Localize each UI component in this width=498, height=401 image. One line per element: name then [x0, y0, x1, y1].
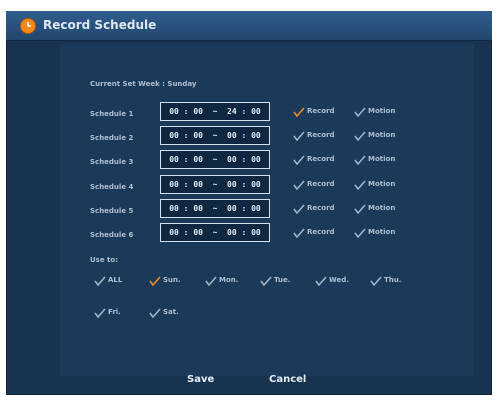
checkmark-icon — [354, 107, 366, 117]
schedule-time-field[interactable]: 00 : 00 ~ 00 : 00 — [160, 126, 270, 145]
motion-label: Motion — [368, 204, 396, 212]
day-label: Thu. — [384, 276, 402, 284]
checkmark-icon — [293, 155, 305, 165]
record-label: Record — [307, 228, 335, 236]
day-label: ALL — [108, 276, 123, 284]
save-button[interactable]: Save — [187, 374, 214, 385]
day-label: Mon. — [219, 276, 239, 284]
checkmark-icon — [94, 276, 106, 286]
schedule-label: Schedule 2 — [90, 134, 134, 142]
schedule-time-field[interactable]: 00 : 00 ~ 00 : 00 — [160, 223, 270, 242]
checkmark-icon — [293, 107, 305, 117]
checkmark-icon — [205, 276, 217, 286]
checkmark-icon — [354, 180, 366, 190]
schedule-time-field[interactable]: 00 : 00 ~ 24 : 00 — [160, 102, 270, 121]
motion-label: Motion — [368, 180, 396, 188]
checkmark-icon — [260, 276, 272, 286]
checkmark-icon — [354, 228, 366, 238]
motion-label: Motion — [368, 107, 396, 115]
day-label: Fri. — [108, 308, 121, 316]
day-label: Sat. — [163, 308, 179, 316]
schedule-time-field[interactable]: 00 : 00 ~ 00 : 00 — [160, 199, 270, 218]
record-label: Record — [307, 155, 335, 163]
schedule-time-field[interactable]: 00 : 00 ~ 00 : 00 — [160, 175, 270, 194]
motion-label: Motion — [368, 131, 396, 139]
checkmark-icon — [94, 308, 106, 318]
day-label: Tue. — [274, 276, 291, 284]
motion-label: Motion — [368, 155, 396, 163]
checkmark-icon — [293, 204, 305, 214]
checkmark-icon — [293, 131, 305, 141]
day-label: Sun. — [163, 276, 181, 284]
motion-label: Motion — [368, 228, 396, 236]
current-week-label: Current Set Week : Sunday — [90, 80, 197, 88]
schedule-label: Schedule 4 — [90, 183, 134, 191]
record-label: Record — [307, 180, 335, 188]
schedule-label: Schedule 6 — [90, 231, 134, 239]
use-to-label: Use to: — [90, 256, 118, 264]
schedule-label: Schedule 5 — [90, 207, 134, 215]
checkmark-icon — [354, 155, 366, 165]
record-label: Record — [307, 107, 335, 115]
checkmark-icon — [149, 276, 161, 286]
clock-icon — [20, 18, 36, 34]
checkmark-icon — [315, 276, 327, 286]
record-label: Record — [307, 131, 335, 139]
checkmark-icon — [293, 228, 305, 238]
schedule-label: Schedule 3 — [90, 158, 134, 166]
checkmark-icon — [354, 204, 366, 214]
day-label: Wed. — [329, 276, 349, 284]
record-label: Record — [307, 204, 335, 212]
checkmark-icon — [370, 276, 382, 286]
title-bar: Record Schedule — [6, 11, 492, 41]
checkmark-icon — [149, 308, 161, 318]
checkmark-icon — [293, 180, 305, 190]
checkmark-icon — [354, 131, 366, 141]
cancel-button[interactable]: Cancel — [269, 374, 306, 385]
schedule-time-field[interactable]: 00 : 00 ~ 00 : 00 — [160, 150, 270, 169]
window-title: Record Schedule — [43, 18, 157, 32]
schedule-label: Schedule 1 — [90, 110, 134, 118]
